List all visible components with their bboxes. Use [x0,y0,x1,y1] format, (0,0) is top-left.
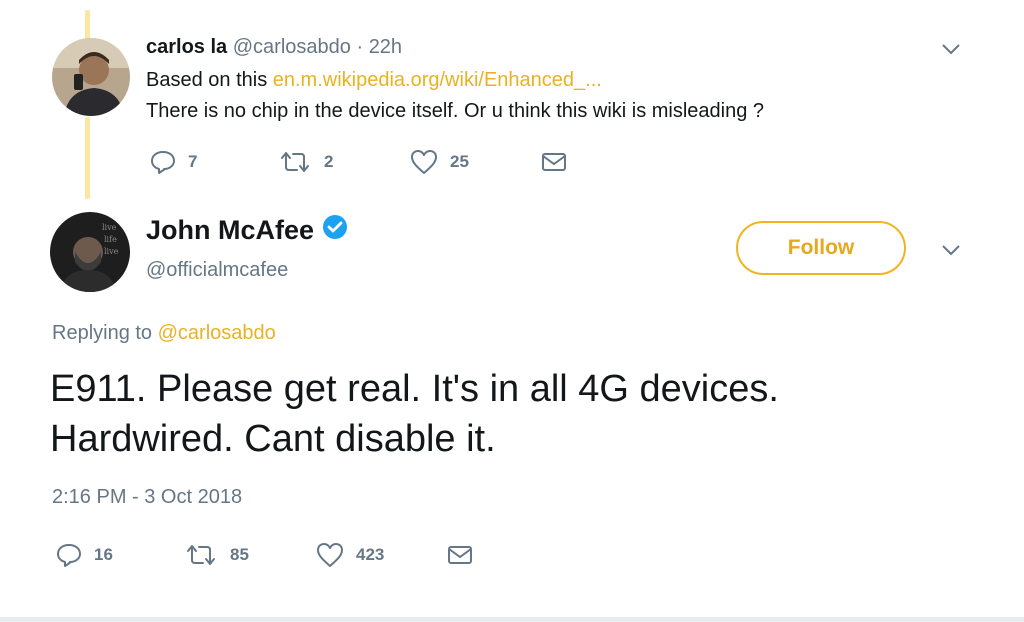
reply-action-like[interactable]: 25 [410,149,469,175]
tweet-text: E911. Please get real. It's in all 4G de… [50,364,779,464]
tweet-action-message[interactable] [447,544,473,566]
thread-line-top [85,10,90,40]
chevron-down-icon[interactable] [941,243,961,257]
reply-display-name[interactable]: carlos la [146,36,227,58]
main-author: John McAfee [146,214,348,247]
avatar-mcafee[interactable]: live life live [50,212,130,292]
avatar-carlos[interactable] [52,38,130,116]
replying-handle-link[interactable]: @carlosabdo [158,322,276,344]
reply-text-line2: There is no chip in the device itself. O… [146,100,765,122]
reply-icon [150,149,176,175]
envelope-icon [541,151,567,173]
verified-badge-icon [322,214,348,247]
tweet-like-count: 423 [356,545,385,564]
tweet-action-retweet[interactable]: 85 [184,542,249,568]
reply-action-reply[interactable]: 7 [150,149,197,175]
follow-button[interactable]: Follow [736,221,906,275]
chevron-down-icon[interactable] [941,42,961,56]
thread-line-bottom [85,117,90,199]
reply-text-line1: Based on this en.m.wikipedia.org/wiki/En… [146,69,602,92]
envelope-icon [447,544,473,566]
svg-text:live: live [104,247,119,256]
tweet-reply-count: 16 [94,545,113,564]
replying-prefix: Replying to [52,322,158,344]
reply-count: 7 [188,152,198,171]
like-count: 25 [450,152,469,171]
reply-wiki-link[interactable]: en.m.wikipedia.org/wiki/Enhanced_... [273,69,602,91]
heart-icon [316,542,344,568]
reply-text-prefix: Based on this [146,69,273,91]
tweet-retweet-count: 85 [230,545,249,564]
replying-to: Replying to @carlosabdo [52,322,276,345]
reply-action-retweet[interactable]: 2 [278,149,333,175]
heart-icon [410,149,438,175]
retweet-icon [278,149,312,175]
reply-time-separator: · [356,36,364,58]
reply-icon [56,542,82,568]
retweet-count: 2 [324,152,334,171]
svg-text:live: live [102,223,117,232]
tweet-timestamp[interactable]: 2:16 PM - 3 Oct 2018 [52,486,242,509]
reply-time[interactable]: 22h [369,36,402,58]
reply-handle[interactable]: @carlosabdo [233,36,351,58]
bottom-divider [0,617,1024,622]
tweet-action-like[interactable]: 423 [316,542,384,568]
svg-text:life: life [104,235,117,244]
reply-action-message[interactable] [541,151,567,173]
tweet-text-line1: E911. Please get real. It's in all 4G de… [50,368,779,410]
main-display-name[interactable]: John McAfee [146,215,314,246]
main-handle[interactable]: @officialmcafee [146,259,288,282]
reply-header: carlos la @carlosabdo · 22h [146,36,402,59]
tweet-action-reply[interactable]: 16 [56,542,113,568]
tweet-text-line2: Hardwired. Cant disable it. [50,418,496,460]
retweet-icon [184,542,218,568]
